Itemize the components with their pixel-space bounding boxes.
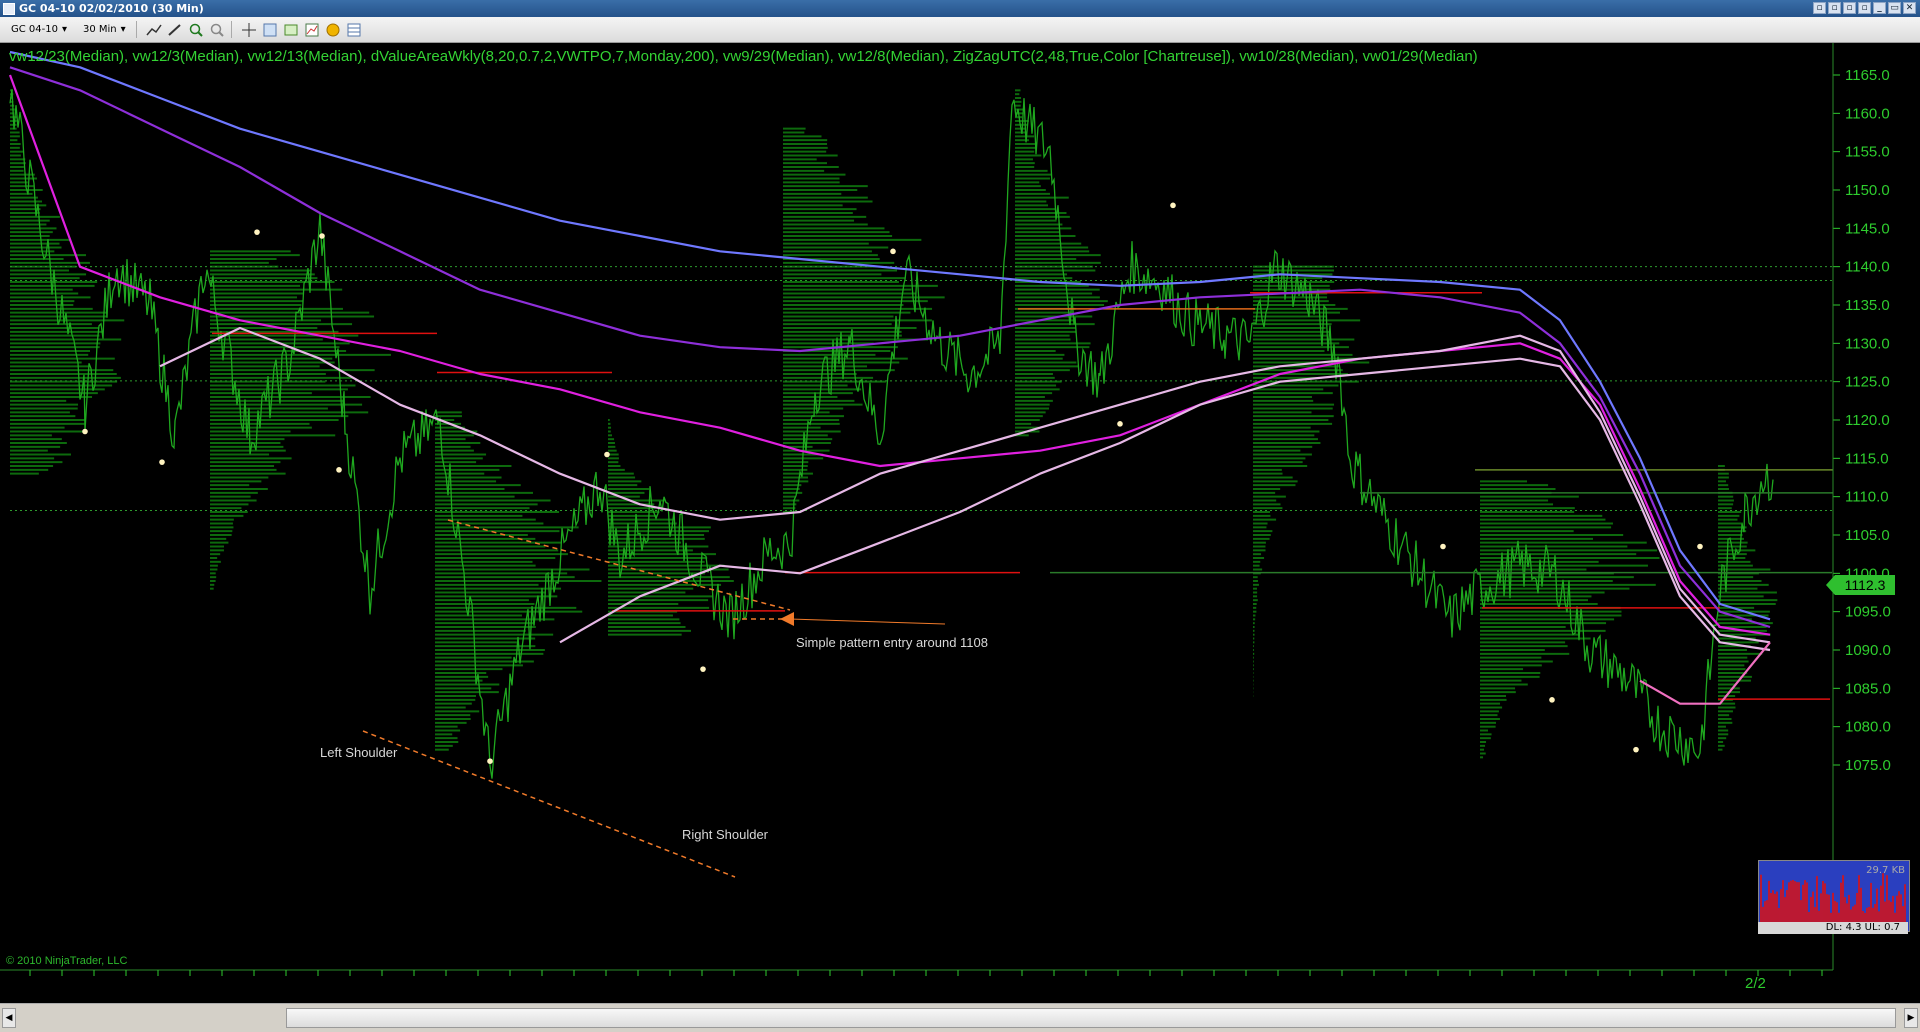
y-tick-label: 1140.0 [1845, 259, 1890, 276]
left-shoulder-annotation: Left Shoulder [320, 745, 398, 760]
chart-toolbar: GC 04-10 ▾ 30 Min ▾ [0, 17, 1920, 43]
horizontal-scrollbar[interactable]: ◀ ▶ [0, 1003, 1920, 1032]
interval-selector[interactable]: 30 Min ▾ [78, 20, 131, 39]
y-tick-label: 1115.0 [1845, 450, 1889, 467]
instrument-label: GC 04-10 [11, 24, 58, 35]
y-tick-label: 1110.0 [1845, 489, 1889, 506]
y-tick-label: 1130.0 [1845, 335, 1890, 352]
y-tick-label: 1145.0 [1845, 220, 1890, 237]
zoom-in-icon[interactable] [188, 21, 205, 38]
last-price-tag: 1112.3 [1826, 575, 1895, 595]
bandwidth-value: 29.7 KB [1866, 865, 1905, 876]
zigzag-point [336, 467, 342, 473]
zigzag-point [1697, 543, 1703, 550]
toolbar-divider [230, 21, 232, 38]
link-button[interactable]: ▫ [1843, 2, 1856, 14]
y-tick-label: 1080.0 [1845, 719, 1891, 736]
window-title: GC 04-10 02/02/2010 (30 Min) [19, 2, 204, 15]
interval-label: 30 Min [83, 24, 117, 35]
y-tick-label: 1095.0 [1845, 604, 1891, 621]
minimize-button[interactable]: _ [1873, 2, 1886, 14]
toolbar-divider [135, 21, 137, 38]
zigzag-point [82, 428, 88, 435]
tile-button[interactable]: ▫ [1813, 2, 1826, 14]
y-tick-label: 1125.0 [1845, 374, 1890, 391]
strategy-icon[interactable] [304, 21, 321, 38]
close-button[interactable]: ✕ [1903, 2, 1916, 14]
chevron-down-icon: ▾ [120, 24, 126, 35]
zigzag-point [700, 666, 706, 672]
indicator-legend: vw12/23(Median), vw12/3(Median), vw12/13… [9, 48, 1478, 65]
y-tick-label: 1155.0 [1845, 144, 1890, 161]
zigzag-point [254, 229, 260, 235]
window-titlebar: GC 04-10 02/02/2010 (30 Min) ▫ ▫ ▫ ▫ _ ▭… [0, 0, 1920, 17]
line-tool-icon[interactable] [146, 21, 163, 38]
zigzag-point [604, 451, 610, 458]
y-tick-label: 1085.0 [1845, 680, 1891, 697]
x-axis-date-label: 2/2 [1745, 975, 1766, 992]
right-shoulder-annotation: Right Shoulder [682, 827, 769, 842]
cascade-button[interactable]: ▫ [1828, 2, 1841, 14]
properties-icon[interactable] [262, 21, 279, 38]
y-tick-label: 1075.0 [1845, 757, 1891, 774]
y-tick-label: 1105.0 [1845, 527, 1890, 544]
price-line [9, 89, 1774, 779]
crosshair-icon[interactable] [241, 21, 258, 38]
chart-svg[interactable]: Simple pattern entry around 1108 Left Sh… [0, 43, 1920, 1003]
scroll-thumb[interactable] [286, 1008, 1896, 1028]
scroll-right-icon[interactable]: ▶ [1904, 1008, 1918, 1028]
instrument-selector[interactable]: GC 04-10 ▾ [6, 20, 72, 39]
y-tick-label: 1090.0 [1845, 642, 1891, 659]
lower-trend-line [362, 730, 736, 878]
zigzag-point [159, 459, 165, 465]
pencil-icon[interactable] [167, 21, 184, 38]
zigzag-point [1549, 697, 1555, 703]
entry-arrow-icon [780, 612, 794, 626]
lock-button[interactable]: ▫ [1858, 2, 1871, 14]
zigzag-point [890, 248, 896, 255]
y-tick-label: 1135.0 [1845, 297, 1890, 314]
zigzag-point [1170, 202, 1176, 209]
chevron-down-icon: ▾ [61, 24, 67, 35]
y-tick-label: 1160.0 [1845, 105, 1890, 122]
y-tick-label: 1165.0 [1845, 67, 1890, 84]
window-buttons: ▫ ▫ ▫ ▫ _ ▭ ✕ [1813, 2, 1916, 14]
scroll-left-icon[interactable]: ◀ [2, 1008, 16, 1028]
copyright-text: © 2010 NinjaTrader, LLC [6, 955, 128, 967]
entry-annotation: Simple pattern entry around 1108 [796, 635, 988, 650]
zigzag-point [1633, 746, 1639, 753]
zigzag-point [1440, 543, 1446, 550]
zoom-out-icon[interactable] [209, 21, 226, 38]
chart-canvas[interactable]: Simple pattern entry around 1108 Left Sh… [0, 43, 1920, 1003]
data-series-icon[interactable] [283, 21, 300, 38]
zigzag-point [319, 233, 325, 239]
ninjatrader-icon [3, 2, 15, 15]
bandwidth-status: DL: 4.3 UL: 0.7 [1758, 922, 1908, 934]
maximize-button[interactable]: ▭ [1888, 2, 1901, 14]
y-tick-label: 1150.0 [1845, 182, 1890, 199]
volume-profiles [10, 89, 1778, 759]
money-icon[interactable] [325, 21, 342, 38]
price-bars [9, 89, 1774, 779]
price-axis: 1165.0 1160.0 1155.0 1150.0 1145.0 1140.0 1135… [1833, 67, 1891, 774]
zigzag-point [487, 758, 493, 764]
table-icon[interactable] [346, 21, 363, 38]
time-axis-ticks [29, 970, 1823, 976]
entry-line [789, 618, 946, 625]
bandwidth-bars [1760, 873, 1906, 923]
y-tick-label: 1120.0 [1845, 412, 1890, 429]
zigzag-point [1117, 421, 1123, 427]
vwap-line [559, 357, 1771, 652]
vwap-line [1639, 641, 1771, 705]
